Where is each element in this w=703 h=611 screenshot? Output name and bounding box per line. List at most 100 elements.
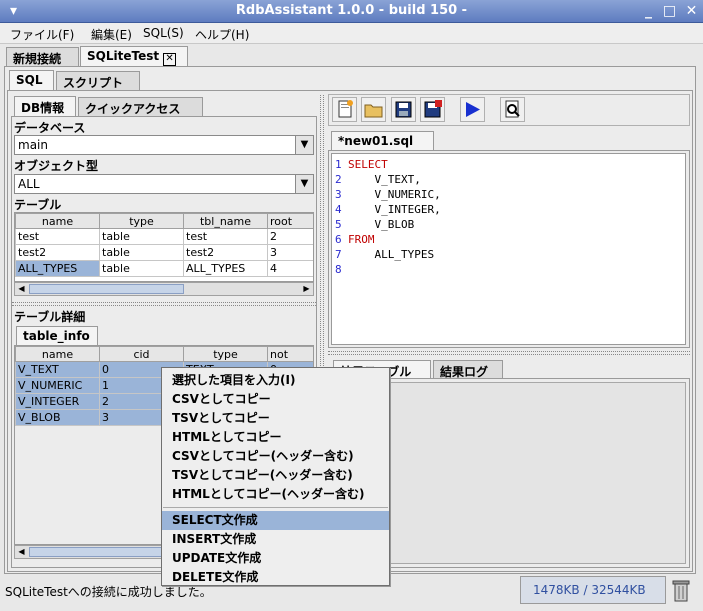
- menu-item-create-update[interactable]: UPDATE文作成: [162, 549, 389, 568]
- trash-icon[interactable]: [670, 578, 692, 604]
- menu-item-copy-tsv[interactable]: TSVとしてコピー: [162, 409, 389, 428]
- scroll-thumb[interactable]: [29, 284, 184, 294]
- table-cell[interactable]: test: [183, 228, 268, 245]
- tab-sql[interactable]: SQL: [9, 70, 54, 90]
- menu-item-insert-selected[interactable]: 選択した項目を入力(I): [162, 371, 389, 390]
- column-header[interactable]: type: [99, 213, 184, 229]
- tab-script[interactable]: スクリプト: [56, 71, 140, 90]
- tab-quick-access[interactable]: クイックアクセス: [78, 97, 203, 116]
- table-cell[interactable]: test: [15, 228, 100, 245]
- menu-item-copy-csv-header[interactable]: CSVとしてコピー(ヘッダー含む): [162, 447, 389, 466]
- sql-editor[interactable]: 1 SELECT 2 V_TEXT, 3 V_NUMERIC, 4 V_INTEG…: [331, 153, 686, 345]
- tab-new01-sql[interactable]: *new01.sql✕: [331, 131, 434, 165]
- code-text: FROM: [348, 233, 375, 246]
- table-cell[interactable]: V_NUMERIC: [15, 377, 100, 394]
- column-header[interactable]: name: [15, 213, 100, 229]
- menu-item-copy-html-header[interactable]: HTMLとしてコピー(ヘッダー含む): [162, 485, 389, 504]
- close-icon[interactable]: ✕: [683, 3, 700, 20]
- scroll-right-icon[interactable]: ▶: [300, 283, 313, 295]
- column-header[interactable]: type: [183, 346, 268, 362]
- tab-label: 新規接続: [13, 52, 62, 66]
- window-menu-icon[interactable]: ▾: [5, 3, 22, 20]
- tab-label: table_info: [23, 329, 90, 343]
- tab-label: SQL: [16, 73, 43, 87]
- line-number: 3: [335, 188, 342, 201]
- code-line: 7 ALL_TYPES: [335, 248, 685, 263]
- chevron-down-icon[interactable]: ▼: [295, 136, 313, 154]
- code-text: ALL_TYPES: [348, 248, 435, 261]
- menu-sql[interactable]: SQL(S): [143, 26, 184, 40]
- tab-label: 結果ログ: [440, 365, 489, 379]
- save-icon[interactable]: [391, 97, 416, 122]
- memory-indicator: 1478KB / 32544KB: [520, 576, 666, 604]
- line-number: 5: [335, 218, 342, 231]
- table-cell[interactable]: ALL_TYPES: [15, 260, 100, 277]
- table-cell[interactable]: 2: [267, 228, 313, 245]
- menu-item-copy-tsv-header[interactable]: TSVとしてコピー(ヘッダー含む): [162, 466, 389, 485]
- line-number: 2: [335, 173, 342, 186]
- table-row[interactable]: test2 table test2 3: [15, 244, 313, 261]
- line-number: 6: [335, 233, 342, 246]
- table-cell[interactable]: 3: [267, 244, 313, 261]
- table-cell[interactable]: 4: [267, 260, 313, 277]
- code-line: 3 V_NUMERIC,: [335, 188, 685, 203]
- table-cell[interactable]: V_TEXT: [15, 361, 100, 378]
- table-cell[interactable]: table: [99, 260, 184, 277]
- menu-item-create-insert[interactable]: INSERT文作成: [162, 530, 389, 549]
- tab-new-connection[interactable]: 新規接続: [6, 47, 79, 66]
- table-cell[interactable]: table: [99, 228, 184, 245]
- splitter-handle[interactable]: [328, 351, 690, 355]
- tables-hscrollbar[interactable]: ◀ ▶: [14, 282, 314, 296]
- tables-grid: name type tbl_name root test table test …: [14, 212, 314, 282]
- scroll-left-icon[interactable]: ◀: [15, 546, 28, 558]
- column-header[interactable]: cid: [99, 346, 184, 362]
- code-text: V_TEXT,: [348, 173, 421, 186]
- code-line: 4 V_INTEGER,: [335, 203, 685, 218]
- table-cell[interactable]: ALL_TYPES: [183, 260, 268, 277]
- window-title: RdbAssistant 1.0.0 - build 150 -: [235, 3, 468, 18]
- line-number: 4: [335, 203, 342, 216]
- tab-label: SQLiteTest: [87, 49, 160, 63]
- open-folder-icon[interactable]: [361, 97, 386, 122]
- context-menu: 選択した項目を入力(I) CSVとしてコピー TSVとしてコピー HTMLとして…: [161, 367, 390, 586]
- object-type-label: オブジェクト型: [14, 159, 99, 173]
- column-header[interactable]: root: [267, 213, 313, 229]
- scroll-left-icon[interactable]: ◀: [15, 283, 28, 295]
- menu-item-create-select[interactable]: SELECT文作成: [162, 511, 389, 530]
- table-cell[interactable]: table: [99, 244, 184, 261]
- menu-file[interactable]: ファイル(F): [10, 26, 74, 43]
- line-number: 8: [335, 263, 342, 276]
- column-header[interactable]: not: [267, 346, 313, 362]
- object-type-select[interactable]: ALL: [14, 174, 314, 194]
- chevron-down-icon[interactable]: ▼: [295, 175, 313, 193]
- table-cell[interactable]: V_INTEGER: [15, 393, 100, 410]
- minimize-icon[interactable]: _: [640, 3, 657, 20]
- table-cell[interactable]: test2: [15, 244, 100, 261]
- tab-label: スクリプト: [63, 76, 124, 90]
- code-line: 6 FROM: [335, 233, 685, 248]
- table-cell[interactable]: V_BLOB: [15, 409, 100, 426]
- maximize-icon[interactable]: □: [661, 3, 678, 20]
- table-row[interactable]: ALL_TYPES table ALL_TYPES 4: [15, 260, 313, 277]
- menu-edit[interactable]: 編集(E): [91, 26, 132, 43]
- run-icon[interactable]: [460, 97, 485, 122]
- menu-item-create-delete[interactable]: DELETE文作成: [162, 568, 389, 587]
- menu-help[interactable]: ヘルプ(H): [195, 26, 249, 43]
- save-all-icon[interactable]: [420, 97, 445, 122]
- database-select[interactable]: main: [14, 135, 314, 155]
- tab-result-log[interactable]: 結果ログ: [433, 360, 503, 379]
- tab-sqlitetest[interactable]: SQLiteTest ✕: [80, 46, 188, 66]
- database-value: main: [18, 138, 48, 152]
- new-file-icon[interactable]: [332, 97, 357, 122]
- table-row[interactable]: test table test 2: [15, 228, 313, 245]
- column-header[interactable]: name: [15, 346, 100, 362]
- explain-icon[interactable]: [500, 97, 525, 122]
- close-tab-icon[interactable]: ✕: [163, 53, 177, 66]
- splitter-handle[interactable]: [12, 302, 316, 306]
- tab-table-info[interactable]: table_info: [16, 326, 98, 345]
- menu-item-copy-csv[interactable]: CSVとしてコピー: [162, 390, 389, 409]
- table-cell[interactable]: test2: [183, 244, 268, 261]
- tab-db-info[interactable]: DB情報: [14, 96, 76, 116]
- column-header[interactable]: tbl_name: [183, 213, 268, 229]
- menu-item-copy-html[interactable]: HTMLとしてコピー: [162, 428, 389, 447]
